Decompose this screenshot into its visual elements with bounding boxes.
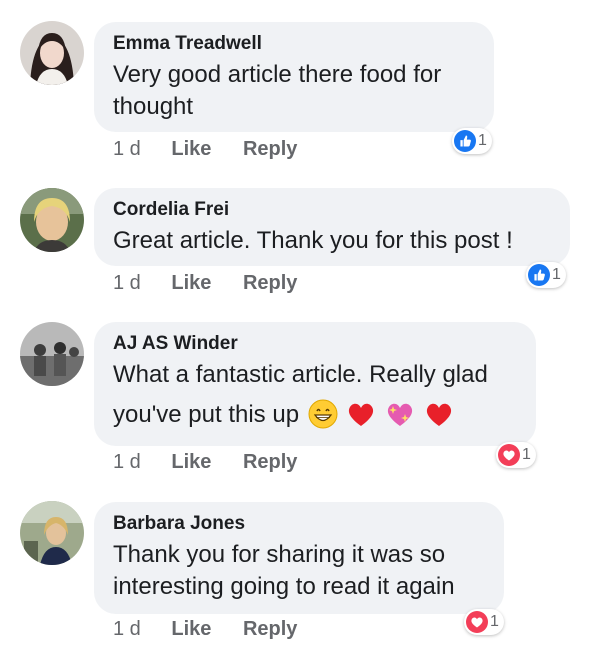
comment-text-line-with-emoji: you've put this up: [113, 399, 517, 431]
comment-timestamp[interactable]: 1 d: [113, 138, 141, 161]
love-icon: [466, 611, 488, 633]
grinning-face-emoji: [308, 399, 338, 429]
like-button[interactable]: Like: [171, 451, 211, 474]
comment-timestamp[interactable]: 1 d: [113, 272, 141, 295]
reaction-count[interactable]: 1: [496, 442, 536, 468]
reply-button[interactable]: Reply: [243, 618, 297, 641]
love-icon: [498, 444, 520, 466]
comment-actions: 1 d Like Reply: [113, 138, 297, 161]
comment-author[interactable]: Emma Treadwell: [113, 33, 475, 55]
avatar[interactable]: [20, 188, 84, 252]
comment-author[interactable]: Barbara Jones: [113, 513, 485, 535]
avatar[interactable]: [20, 501, 84, 565]
comment-timestamp[interactable]: 1 d: [113, 451, 141, 474]
comment-bubble: Cordelia Frei Great article. Thank you f…: [94, 188, 570, 266]
sparkling-heart-emoji: [387, 403, 413, 426]
reaction-count-text: 1: [552, 266, 561, 283]
reaction-count-text: 1: [478, 132, 487, 149]
reaction-count[interactable]: 1: [464, 609, 504, 635]
comment-actions: 1 d Like Reply: [113, 272, 297, 295]
comment-author[interactable]: AJ AS Winder: [113, 333, 517, 355]
comment-text: Very good article there food for thought: [113, 61, 442, 120]
reply-button[interactable]: Reply: [243, 138, 297, 161]
reply-button[interactable]: Reply: [243, 451, 297, 474]
comment-bubble: Emma Treadwell Very good article there f…: [94, 22, 494, 132]
comment-author[interactable]: Cordelia Frei: [113, 199, 551, 221]
comment-text-line: you've put this up: [113, 401, 300, 428]
avatar[interactable]: [20, 21, 84, 85]
comment-text: Great article. Thank you for this post !: [113, 227, 513, 254]
red-heart-emoji: [349, 403, 374, 426]
like-button[interactable]: Like: [171, 138, 211, 161]
like-button[interactable]: Like: [171, 272, 211, 295]
comment-text: What a fantastic article. Really glad yo…: [113, 359, 517, 431]
comment-actions: 1 d Like Reply: [113, 618, 297, 641]
comment-bubble: AJ AS Winder What a fantastic article. R…: [94, 322, 536, 446]
comment-bubble: Barbara Jones Thank you for sharing it w…: [94, 502, 504, 614]
like-icon: [528, 264, 550, 286]
comment-text: Thank you for sharing it was so interest…: [113, 541, 455, 600]
reaction-count-text: 1: [522, 446, 531, 463]
like-button[interactable]: Like: [171, 618, 211, 641]
reply-button[interactable]: Reply: [243, 272, 297, 295]
reaction-count[interactable]: 1: [526, 262, 566, 288]
comment-actions: 1 d Like Reply: [113, 451, 297, 474]
comment-timestamp[interactable]: 1 d: [113, 618, 141, 641]
red-heart-emoji: [426, 403, 451, 426]
avatar[interactable]: [20, 322, 84, 386]
comment-text-line: What a fantastic article. Really glad: [113, 361, 488, 388]
reaction-count[interactable]: 1: [452, 128, 492, 154]
reaction-count-text: 1: [490, 613, 499, 630]
like-icon: [454, 130, 476, 152]
